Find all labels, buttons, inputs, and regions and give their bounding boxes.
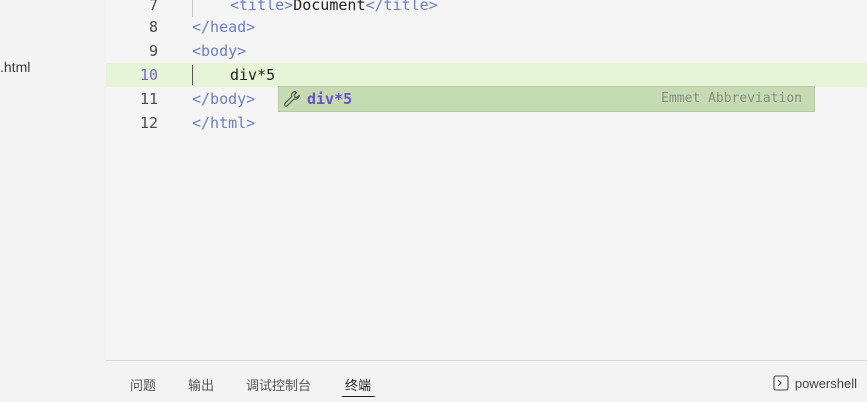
code-text: </html>	[192, 114, 256, 132]
terminal-shell-selector[interactable]: powershell	[773, 375, 857, 391]
wrench-icon	[283, 90, 300, 107]
text-content: Document	[293, 0, 366, 14]
active-tab-indicator	[342, 396, 375, 397]
tab-problems[interactable]: 问题	[130, 375, 156, 394]
code-line: 9 <body>	[106, 39, 867, 63]
explorer-sidebar: .html	[0, 0, 106, 401]
tag-open: <title>	[230, 0, 294, 14]
suggestion-widget[interactable]: div*5 Emmet Abbreviation	[278, 86, 815, 112]
suggestion-detail: Emmet Abbreviation	[661, 91, 802, 106]
tab-debug-console[interactable]: 调试控制台	[246, 375, 311, 394]
shell-label: powershell	[794, 375, 857, 391]
tag-close: </title>	[365, 0, 438, 14]
line-number: 11	[139, 90, 158, 108]
text-cursor	[192, 65, 193, 85]
code-editor[interactable]: 7 <title>Document</title> 8 </head> 9 <b…	[106, 0, 867, 360]
code-line: 8 </head>	[106, 15, 867, 39]
bottom-panel: 问题 输出 调试控制台 终端 powershell	[106, 360, 867, 402]
line-number: 10	[139, 66, 158, 84]
code-line: 12 </html>	[106, 111, 867, 135]
line-number: 9	[148, 42, 158, 60]
code-line-active: 10 div*5	[106, 63, 867, 87]
code-text: </head>	[192, 18, 256, 36]
suggestion-label[interactable]: div*5	[307, 87, 352, 111]
line-number: 8	[148, 18, 158, 36]
line-number: 12	[139, 114, 158, 132]
code-text: div*5	[230, 66, 276, 84]
tab-output[interactable]: 输出	[188, 375, 214, 394]
code-text: </body>	[192, 90, 256, 108]
tab-terminal[interactable]: 终端	[345, 375, 371, 394]
terminal-icon	[773, 375, 789, 391]
explorer-file-item[interactable]: .html	[0, 59, 30, 75]
code-text: <body>	[192, 42, 247, 60]
